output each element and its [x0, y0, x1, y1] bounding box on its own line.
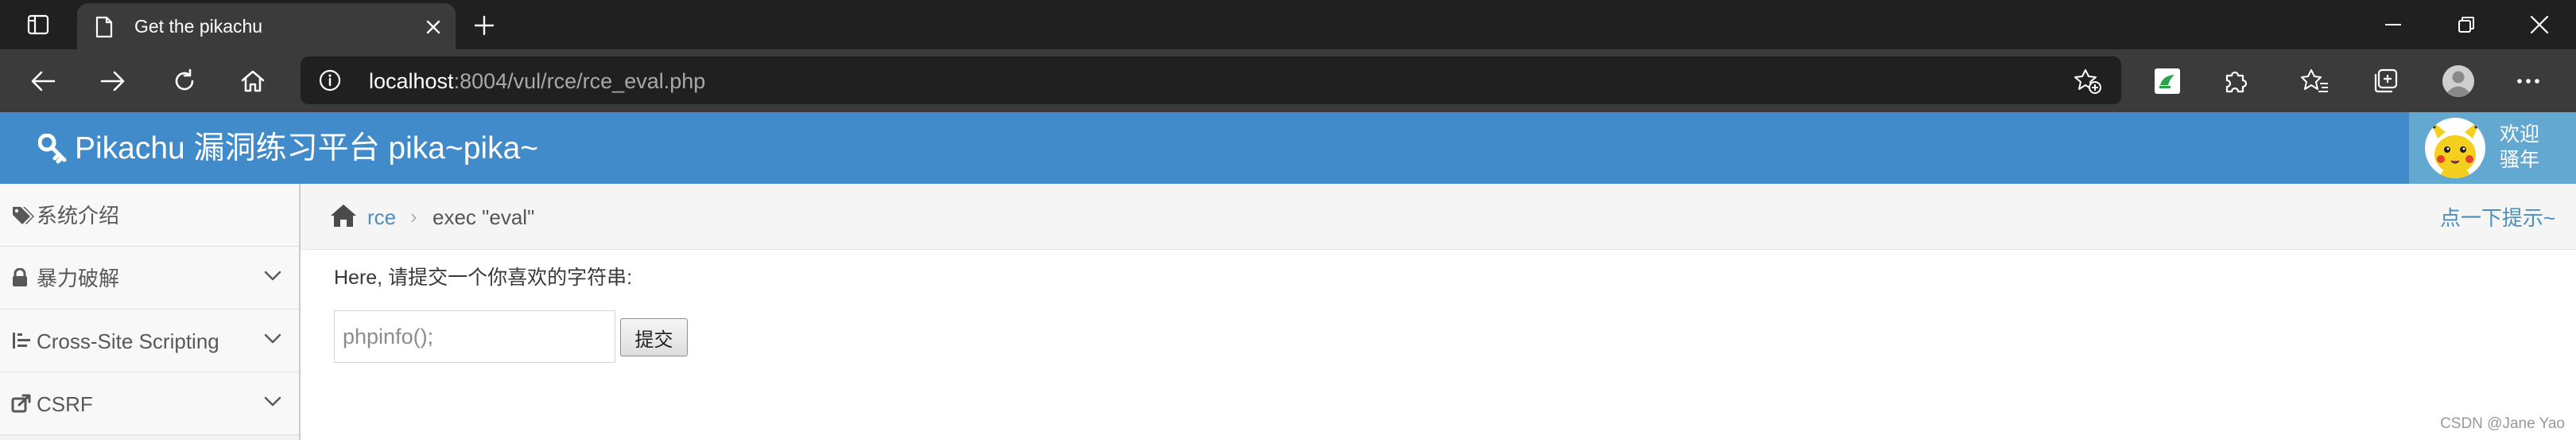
sidebar-item-label: CSRF: [37, 392, 93, 416]
home-icon: [241, 70, 265, 92]
close-icon: [2530, 15, 2549, 34]
more-icon: [2517, 79, 2539, 84]
lock-icon: [13, 268, 27, 286]
welcome-text: 欢迎 骚年: [2500, 122, 2563, 173]
sidebar-item-label: Cross-Site Scripting: [37, 329, 219, 353]
breadcrumb-current: exec "eval": [433, 205, 535, 229]
reload-icon: [175, 68, 194, 91]
browser-tab-bar: Get the pikachu: [0, 0, 2576, 49]
submit-button[interactable]: 提交: [620, 318, 688, 356]
extension-logo-icon: [2155, 68, 2180, 94]
restore-icon: [2458, 17, 2474, 33]
extensions-button[interactable]: [2218, 64, 2253, 99]
favorites-list-icon: [2301, 69, 2328, 92]
home-icon[interactable]: [329, 203, 358, 228]
browser-toolbar: localhost:8004/vul/rce/rce_eval.php: [0, 49, 2576, 112]
indent-icon: [13, 333, 30, 348]
chevron-down-icon: [264, 333, 281, 344]
extension-button[interactable]: [2150, 64, 2185, 99]
settings-more-button[interactable]: [2511, 64, 2546, 99]
address-bar[interactable]: localhost:8004/vul/rce/rce_eval.php: [301, 56, 2121, 104]
collections-button[interactable]: [2368, 64, 2403, 99]
watermark: CSDN @Jane Yao: [2440, 415, 2565, 432]
close-window-button[interactable]: [2503, 0, 2576, 49]
pikachu-avatar-icon: [2430, 119, 2481, 178]
eval-input[interactable]: [334, 310, 615, 363]
site-title: Pikachu 漏洞练习平台 pika~pika~: [75, 131, 539, 165]
welcome-line-2: 骚年: [2500, 149, 2540, 171]
sidebar: 系统介绍 暴力破解 Cross-Site Scripting CSRF: [0, 184, 301, 440]
avatar: [2425, 118, 2485, 178]
new-tab-button[interactable]: [467, 11, 501, 40]
welcome-line-1: 欢迎: [2500, 123, 2540, 146]
sidebar-item-label: 暴力破解: [37, 267, 120, 290]
puzzle-icon: [2225, 71, 2248, 93]
sidebar-item-label: 系统介绍: [37, 204, 120, 228]
wrench-icon: [38, 134, 67, 164]
page-icon: [95, 16, 113, 38]
minimize-icon: [2385, 24, 2401, 25]
collections-icon: [2374, 68, 2398, 93]
tab-title: Get the pikachu: [134, 16, 263, 37]
url-path: :8004/vul/rce/rce_eval.php: [453, 69, 706, 93]
share-icon: [11, 394, 31, 413]
forward-button[interactable]: [95, 64, 130, 99]
restore-button[interactable]: [2430, 0, 2503, 49]
sidebar-item-intro[interactable]: 系统介绍: [0, 184, 299, 247]
info-icon[interactable]: [318, 68, 342, 92]
minimize-button[interactable]: [2357, 0, 2430, 49]
favorites-button[interactable]: [2298, 64, 2333, 99]
url-host: localhost: [369, 69, 454, 93]
tags-icon: [13, 207, 34, 224]
back-arrow-icon: [31, 71, 56, 92]
tab-actions-icon: [27, 14, 49, 35]
star-plus-icon[interactable]: [2074, 68, 2102, 95]
site-brand[interactable]: Pikachu 漏洞练习平台 pika~pika~: [38, 131, 538, 166]
home-button[interactable]: [235, 64, 270, 99]
sidebar-item-csrf[interactable]: CSRF: [0, 372, 299, 435]
back-button[interactable]: [25, 64, 60, 99]
reload-button[interactable]: [167, 64, 202, 99]
tab-actions-button[interactable]: [19, 10, 57, 40]
hint-link[interactable]: 点一下提示~: [2440, 206, 2555, 230]
avatar-icon: [2442, 65, 2474, 97]
plus-icon: [474, 15, 495, 36]
form-prompt: Here, 请提交一个你喜欢的字符串:: [334, 267, 633, 289]
chevron-down-icon: [264, 396, 281, 407]
site-header: Pikachu 漏洞练习平台 pika~pika~ 欢迎 骚年: [0, 112, 2576, 184]
user-menu[interactable]: 欢迎 骚年: [2409, 112, 2576, 184]
tab-close-button[interactable]: [422, 16, 444, 38]
breadcrumb: rce › exec "eval" 点一下提示~: [301, 184, 2576, 250]
breadcrumb-separator: ›: [410, 204, 417, 228]
url-text: localhost:8004/vul/rce/rce_eval.php: [369, 69, 705, 93]
sidebar-item-xss[interactable]: Cross-Site Scripting: [0, 310, 299, 372]
forward-arrow-icon: [100, 71, 125, 92]
sidebar-item-brute-force[interactable]: 暴力破解: [0, 247, 299, 310]
active-tab[interactable]: Get the pikachu: [77, 3, 456, 49]
chevron-down-icon: [264, 271, 281, 281]
profile-button[interactable]: [2441, 64, 2476, 99]
breadcrumb-link-rce[interactable]: rce: [367, 205, 396, 229]
close-icon: [426, 20, 440, 34]
